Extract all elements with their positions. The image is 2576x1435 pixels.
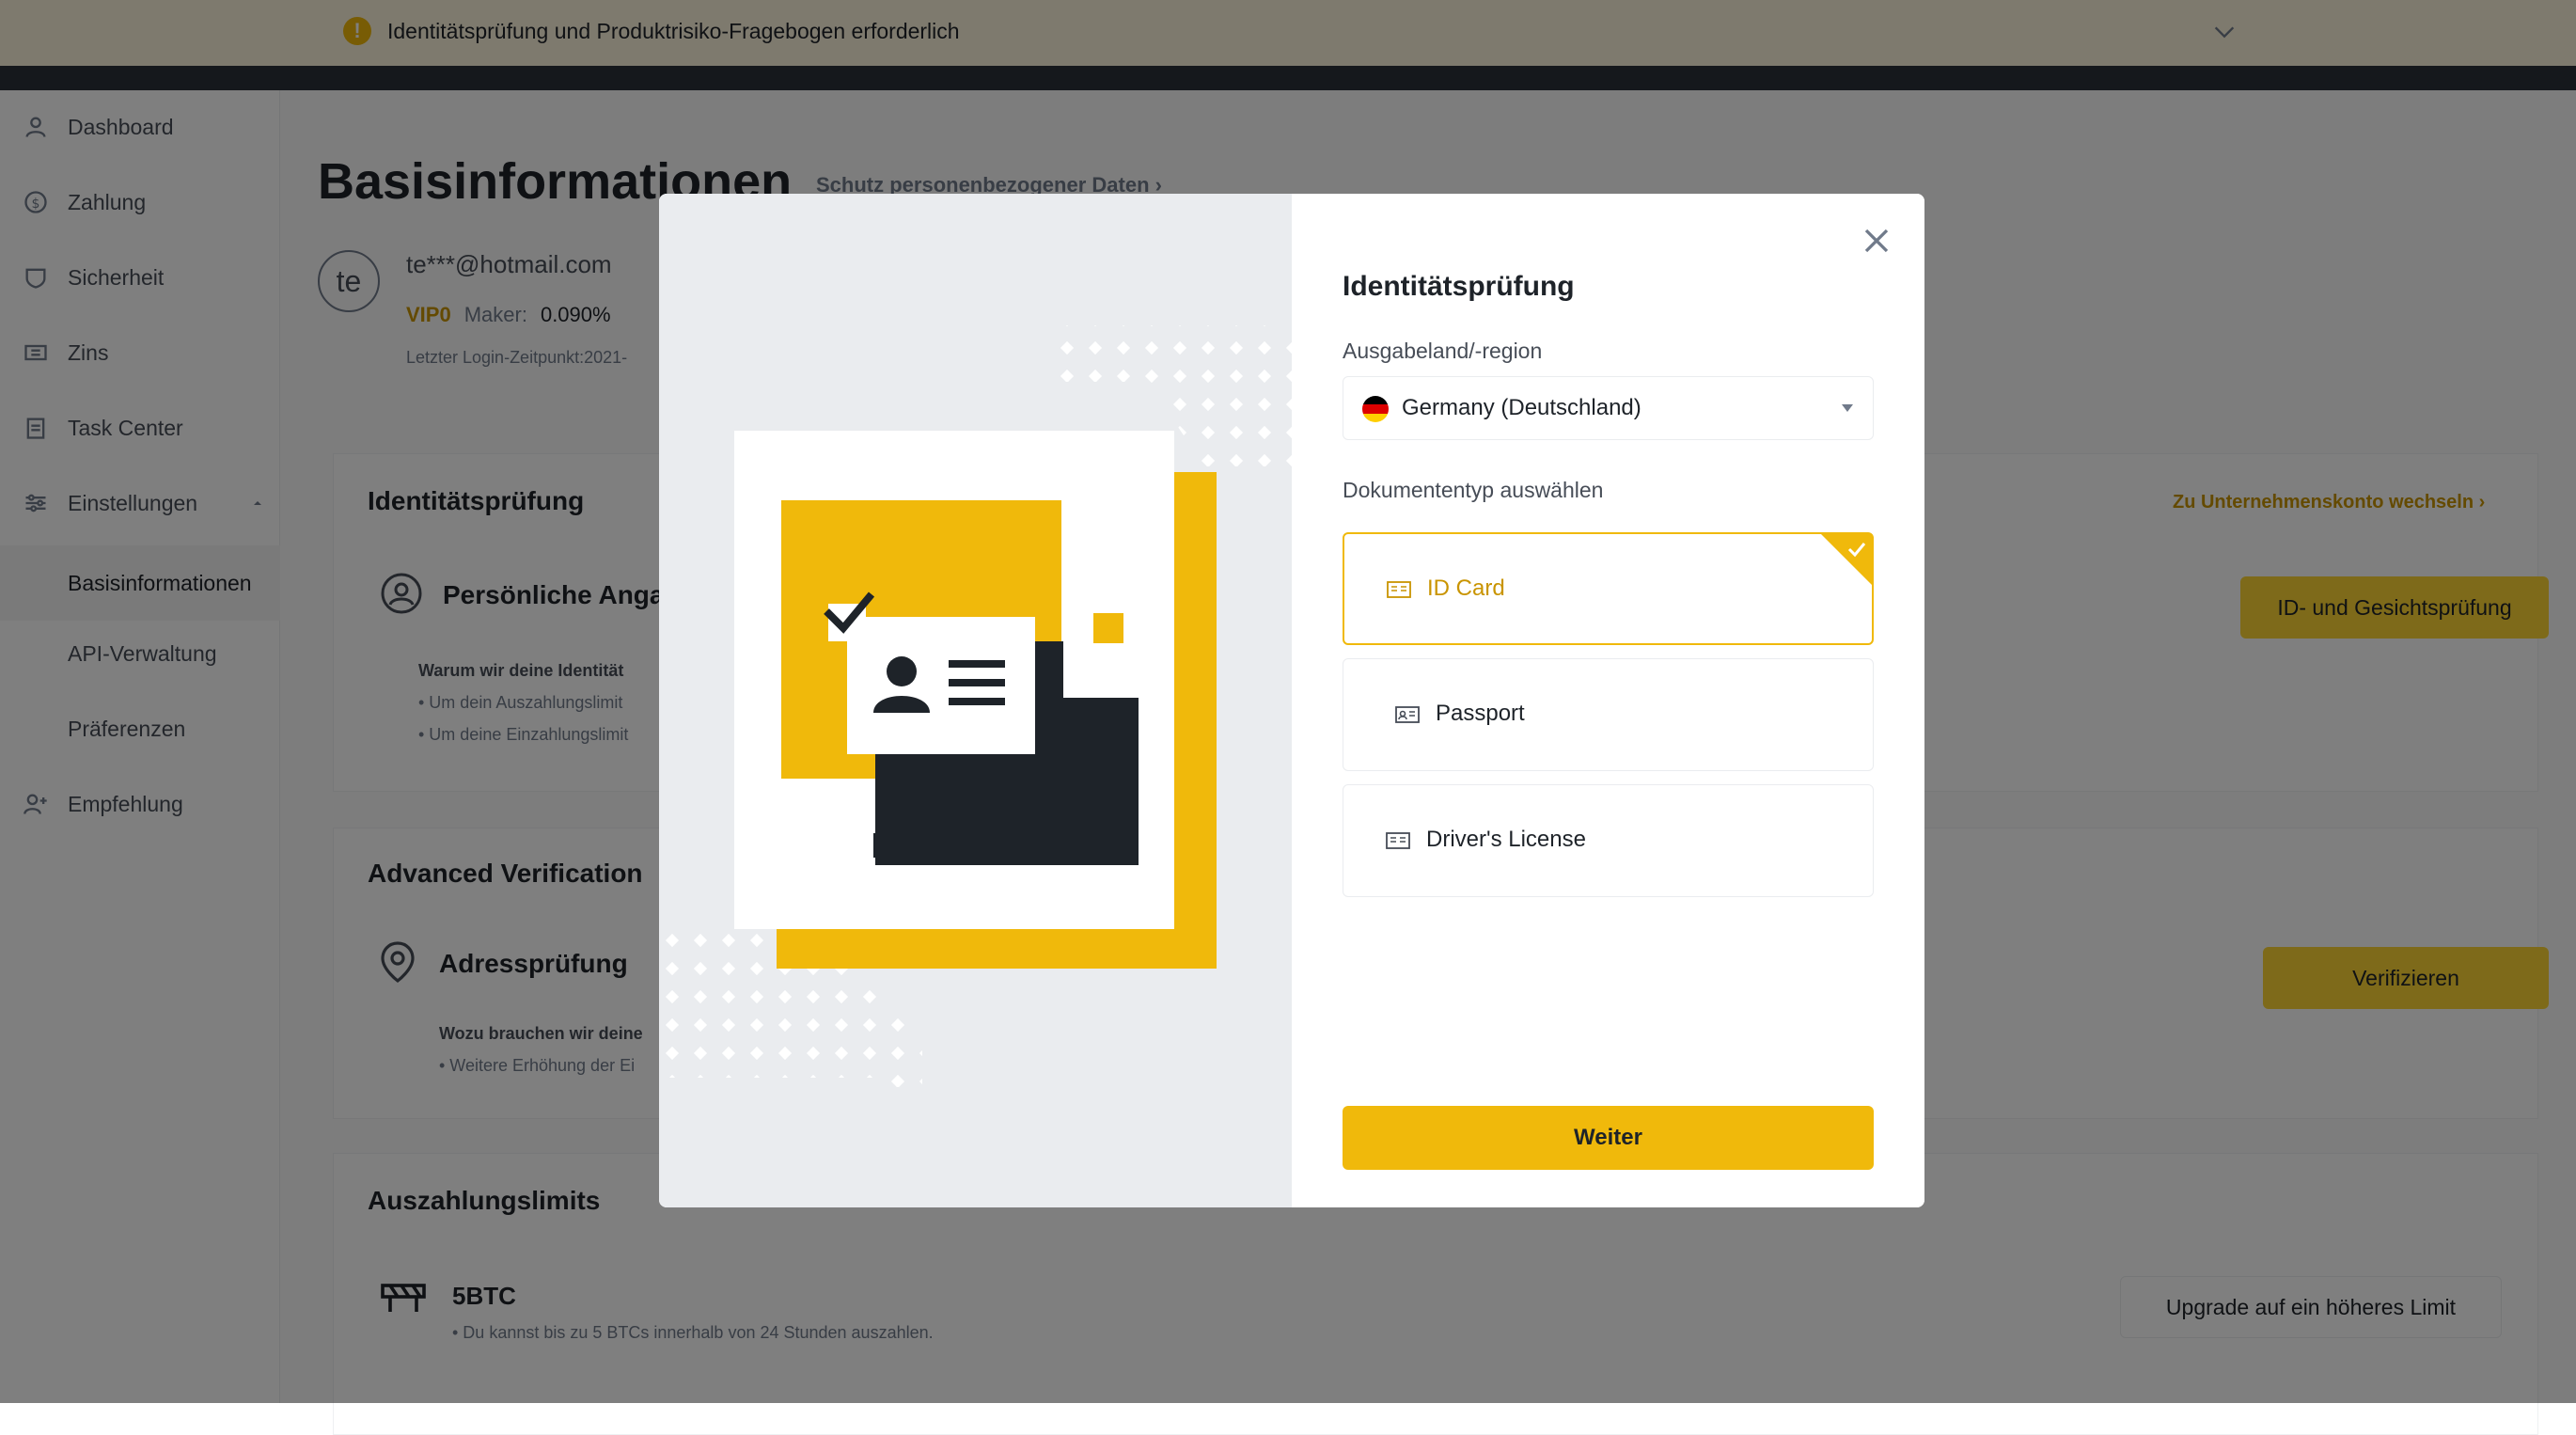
doc-option-label: Driver's License <box>1426 827 1586 852</box>
drivers-license-icon <box>1386 832 1410 849</box>
checkmark-icon <box>1821 534 1872 585</box>
id-card-icon <box>1387 581 1411 598</box>
continue-button[interactable]: Weiter <box>1343 1106 1874 1170</box>
doc-option-id-card[interactable]: ID Card <box>1343 532 1874 645</box>
identity-verification-modal: Identitätsprüfung Ausgabeland/-region Ge… <box>659 194 1924 1207</box>
country-label: Ausgabeland/-region <box>1343 339 1543 363</box>
doc-option-label: ID Card <box>1427 576 1505 601</box>
modal-form-panel: Identitätsprüfung Ausgabeland/-region Ge… <box>1292 194 1924 1207</box>
close-icon[interactable] <box>1856 220 1897 261</box>
germany-flag-icon <box>1362 396 1389 422</box>
caret-down-icon <box>1842 404 1853 412</box>
modal-title: Identitätsprüfung <box>1343 271 1575 302</box>
id-card-illustration <box>659 325 1292 1087</box>
doc-option-label: Passport <box>1436 701 1525 726</box>
document-type-label: Dokumententyp auswählen <box>1343 478 1604 502</box>
doc-option-drivers-license[interactable]: Driver's License <box>1343 784 1874 897</box>
country-select[interactable]: Germany (Deutschland) <box>1343 376 1874 440</box>
country-value: Germany (Deutschland) <box>1402 395 1641 420</box>
modal-illustration-panel <box>659 194 1292 1207</box>
passport-icon <box>1395 706 1420 723</box>
doc-option-passport[interactable]: Passport <box>1343 658 1874 771</box>
